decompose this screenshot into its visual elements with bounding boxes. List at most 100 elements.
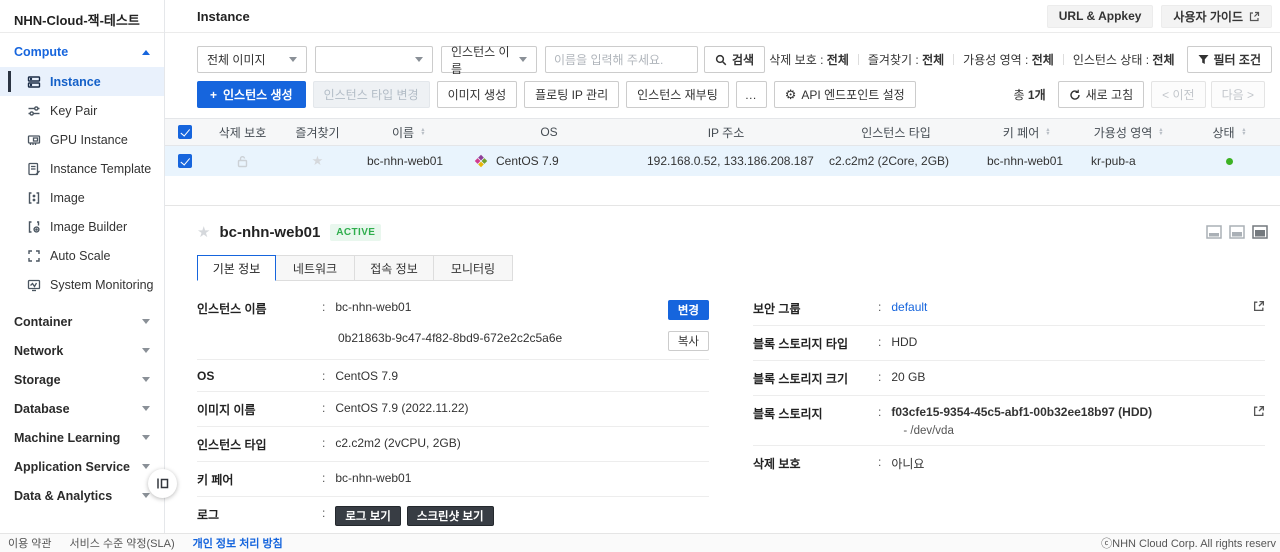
favorite-star-icon[interactable]: ★ (197, 223, 210, 241)
api-endpoint-button[interactable]: ⚙ API 엔드포인트 설정 (773, 81, 916, 108)
view-log-button[interactable]: 로그 보기 (335, 506, 401, 526)
view-screenshot-button[interactable]: 스크린샷 보기 (406, 506, 494, 526)
sidebar-collapse-button[interactable] (148, 469, 177, 498)
quick-filter-status: 인스턴스 상태 : 전체 (1072, 53, 1175, 67)
layout-half-panel-icon[interactable] (1229, 225, 1245, 239)
sidebar-group-data-analytics[interactable]: Data & Analytics (0, 481, 164, 510)
sidebar-item-system-monitoring[interactable]: System Monitoring (0, 270, 164, 299)
tab-monitoring[interactable]: 모니터링 (434, 255, 513, 281)
refresh-icon (1069, 89, 1080, 100)
sort-icon: ▲ ▼ (1240, 127, 1247, 137)
filter-condition-button[interactable]: 필터 조건 (1186, 46, 1272, 73)
cell-type: c2.c2m2 (2Core, 2GB) (829, 154, 950, 168)
next-page-button[interactable]: 다음 > (1210, 81, 1265, 108)
sidebar-group-storage[interactable]: Storage (0, 365, 164, 394)
sidebar-item-image[interactable]: Image (0, 183, 164, 212)
change-instance-type-button[interactable]: 인스턴스 타입 변경 (312, 81, 430, 108)
sidebar-group-network[interactable]: Network (0, 336, 164, 365)
sort-icon: ▲ ▼ (1045, 127, 1051, 137)
tab-access-info[interactable]: 접속 정보 (355, 255, 434, 281)
create-image-button[interactable]: 이미지 생성 (436, 81, 518, 108)
floating-ip-button[interactable]: 플로팅 IP 관리 (524, 81, 620, 108)
col-header-os: OS (540, 125, 558, 139)
sidebar-group-label: Container (14, 314, 73, 329)
sidebar-item-label: Auto Scale (50, 248, 111, 263)
copy-uuid-button[interactable]: 복사 (667, 331, 709, 351)
instance-uuid: 0b21863b-9c47-4f82-8bd9-672e2c2c5a6e (338, 331, 563, 345)
col-header-name[interactable]: 이름 ▲ ▼ (355, 124, 463, 141)
detail-left-column: 인스턴스 이름 bc-nhn-web01 변경 0b21863b-9c47-4f… (197, 291, 709, 552)
sidebar-group-container[interactable]: Container (0, 307, 164, 336)
footer-privacy-link[interactable]: 개인 정보 처리 방침 (193, 535, 283, 551)
detail-row-log: 로그 로그 보기 스크린샷 보기 (197, 497, 709, 535)
col-header-zone[interactable]: 가용성 영역 ▲ ▼ (1079, 124, 1179, 141)
detail-row-image-name: 이미지 이름 CentOS 7.9 (2022.11.22) (197, 392, 709, 427)
layout-small-panel-icon[interactable] (1206, 225, 1222, 239)
more-actions-button[interactable]: … (735, 81, 767, 108)
col-header-keypair[interactable]: 키 페어 ▲ ▼ (975, 124, 1079, 141)
sidebar-item-image-builder[interactable]: Image Builder (0, 212, 164, 241)
sidebar-group-machine-learning[interactable]: Machine Learning (0, 423, 164, 452)
external-link-icon[interactable] (1253, 405, 1265, 417)
image-filter-select[interactable]: 전체 이미지 (197, 46, 307, 73)
sidebar-item-gpu-instance[interactable]: GPU Instance (0, 125, 164, 154)
sidebar-item-instance[interactable]: Instance (0, 67, 164, 96)
sidebar-group-label: Machine Learning (14, 430, 121, 445)
tab-network[interactable]: 네트워크 (276, 255, 355, 281)
server-icon (27, 75, 41, 88)
search-button[interactable]: 검색 (704, 46, 766, 73)
tab-basic-info[interactable]: 기본 정보 (197, 255, 276, 281)
sidebar-item-label: Image Builder (50, 219, 128, 234)
security-group-link[interactable]: default (891, 300, 927, 314)
image-builder-icon (28, 220, 40, 233)
external-link-icon[interactable] (1253, 300, 1265, 312)
sidebar-item-auto-scale[interactable]: Auto Scale (0, 241, 164, 270)
change-name-button[interactable]: 변경 (667, 300, 709, 320)
divider (953, 54, 955, 65)
select-all-checkbox[interactable] (178, 125, 192, 139)
footer-terms-link[interactable]: 이용 약관 (8, 535, 52, 551)
external-link-icon (1249, 11, 1260, 21)
block-storage-id: f03cfe15-9354-45c5-abf1-00b32ee18b97 (HD… (891, 405, 1153, 419)
secondary-filter-select[interactable] (315, 46, 433, 73)
sidebar-group-compute[interactable]: Compute (0, 33, 164, 67)
reboot-instance-button[interactable]: 인스턴스 재부팅 (626, 81, 729, 108)
sidebar-item-label: Instance (50, 74, 101, 89)
refresh-button[interactable]: 새로 고침 (1057, 81, 1145, 108)
instance-table: 삭제 보호 즐겨찾기 이름 ▲ ▼ OS IP 주소 인스턴스 타입 키 페어 ▲ ▼ … (165, 118, 1280, 176)
cell-status (1179, 157, 1280, 165)
col-header-status[interactable]: 상태 ▲ ▼ (1179, 124, 1280, 141)
auto-scale-icon (28, 249, 40, 262)
create-instance-button[interactable]: 인스턴스 생성 (197, 81, 306, 108)
app-window: NHN-Cloud-잭-테스트 Compute Instance Key Pai… (0, 0, 1280, 552)
plus-icon (210, 88, 217, 102)
detail-body: 인스턴스 이름 bc-nhn-web01 변경 0b21863b-9c47-4f… (165, 281, 1280, 552)
sidebar-item-key-pair[interactable]: Key Pair (0, 96, 164, 125)
user-guide-button[interactable]: 사용자 가이드 (1161, 4, 1272, 28)
image-icon (28, 191, 40, 204)
url-appkey-button[interactable]: URL & Appkey (1046, 4, 1154, 28)
col-header-ip: IP 주소 (707, 125, 745, 140)
sidebar: NHN-Cloud-잭-테스트 Compute Instance Key Pai… (0, 0, 177, 533)
quick-filter-delete-protect: 삭제 보호 : 전체 (769, 53, 849, 67)
divider (857, 54, 859, 65)
sidebar-item-label: Key Pair (50, 103, 98, 118)
sidebar-group-application-service[interactable]: Application Service (0, 452, 164, 481)
chevron-down-icon (142, 319, 150, 324)
search-input[interactable] (545, 46, 698, 73)
collapse-sidebar-icon (157, 478, 169, 489)
gear-icon: ⚙ (784, 87, 797, 102)
table-row[interactable]: ★ bc-nhn-web01 CentOS 7.9 192.168.0.52, … (165, 146, 1280, 176)
sidebar-item-label: Instance Template (50, 161, 152, 176)
chevron-down-icon (142, 493, 150, 498)
favorite-star-icon[interactable]: ★ (312, 153, 324, 169)
detail-row-delete-protect: 삭제 보호 아니요 (753, 446, 1265, 480)
sidebar-group-database[interactable]: Database (0, 394, 164, 423)
footer-sla-link[interactable]: 서비스 수준 약정(SLA) (70, 535, 175, 551)
cell-zone: kr-pub-a (1091, 154, 1136, 168)
prev-page-button[interactable]: < 이전 (1151, 81, 1206, 108)
layout-large-panel-icon[interactable] (1252, 225, 1268, 239)
sidebar-item-instance-template[interactable]: Instance Template (0, 154, 164, 183)
row-checkbox[interactable] (178, 154, 192, 168)
search-field-select[interactable]: 인스턴스 이름 (441, 45, 537, 76)
